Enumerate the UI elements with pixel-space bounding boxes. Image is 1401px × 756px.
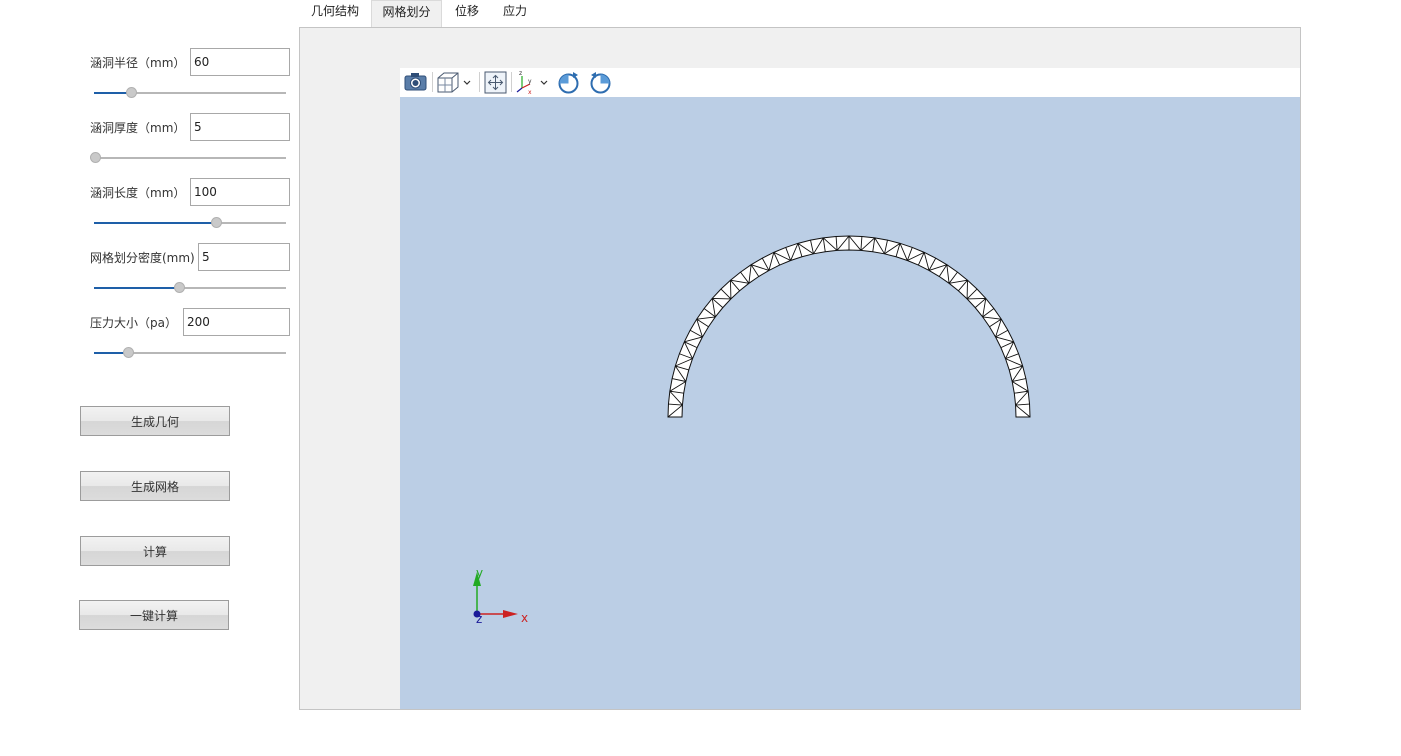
x-axis-arrow	[503, 610, 518, 618]
x-axis-label: x	[521, 611, 528, 625]
pressure-slider[interactable]	[94, 347, 286, 359]
svg-text:z: z	[519, 70, 522, 77]
thickness-label: 涵洞厚度（mm）	[90, 121, 186, 135]
cube-view-icon[interactable]	[435, 70, 475, 95]
axes-icon[interactable]: z y x	[514, 70, 552, 96]
svg-text:x: x	[528, 89, 532, 95]
compute-button[interactable]: 计算	[80, 536, 230, 566]
tab-displacement[interactable]: 位移	[446, 0, 488, 27]
render-viewport[interactable]: y x z	[400, 97, 1300, 709]
one-click-compute-button[interactable]: 一键计算	[79, 600, 229, 630]
slider-thumb[interactable]	[126, 87, 137, 98]
slider-thumb[interactable]	[211, 217, 222, 228]
toolbar-separator	[432, 72, 433, 92]
mesh-density-input[interactable]	[198, 243, 290, 271]
rotate-cw-icon[interactable]	[556, 70, 582, 95]
tab-stress[interactable]: 应力	[493, 0, 537, 27]
radius-label: 涵洞半径（mm）	[90, 56, 186, 70]
mesh-density-label: 网格划分密度(mm)	[90, 251, 195, 265]
mesh-view: y x z	[473, 235, 1031, 626]
y-axis-label: y	[476, 566, 483, 580]
slider-fill	[94, 287, 179, 289]
pressure-input[interactable]	[183, 308, 290, 336]
rotate-ccw-icon[interactable]	[588, 70, 614, 95]
mesh-density-slider[interactable]	[94, 282, 286, 294]
thickness-slider[interactable]	[90, 152, 286, 164]
toolbar-separator	[511, 72, 512, 92]
slider-thumb[interactable]	[123, 347, 134, 358]
fit-view-icon[interactable]	[483, 70, 508, 95]
length-label: 涵洞长度（mm）	[90, 186, 186, 200]
thickness-input[interactable]	[190, 113, 290, 141]
pressure-label: 压力大小（pa）	[90, 316, 177, 330]
svg-text:y: y	[528, 78, 532, 85]
viewer-toolbar: z y x	[400, 68, 1300, 97]
tab-mesh[interactable]: 网格划分	[371, 0, 442, 27]
slider-fill	[94, 222, 216, 224]
arch-outline	[667, 235, 1031, 418]
slider-track	[94, 157, 286, 159]
radius-input[interactable]	[190, 48, 290, 76]
z-axis-label: z	[476, 612, 482, 626]
generate-mesh-button[interactable]: 生成网格	[80, 471, 230, 501]
arch-mesh	[667, 235, 1031, 418]
toolbar-separator	[479, 72, 480, 92]
generate-geometry-button[interactable]: 生成几何	[80, 406, 230, 436]
length-slider[interactable]	[94, 217, 286, 229]
slider-thumb[interactable]	[90, 152, 101, 163]
camera-icon[interactable]	[403, 70, 429, 95]
length-input[interactable]	[190, 178, 290, 206]
tab-geometry[interactable]: 几何结构	[302, 0, 368, 27]
orientation-axes: y x z	[473, 566, 528, 626]
slider-thumb[interactable]	[174, 282, 185, 293]
mesh-edges	[667, 235, 1031, 418]
radius-slider[interactable]	[94, 87, 286, 99]
